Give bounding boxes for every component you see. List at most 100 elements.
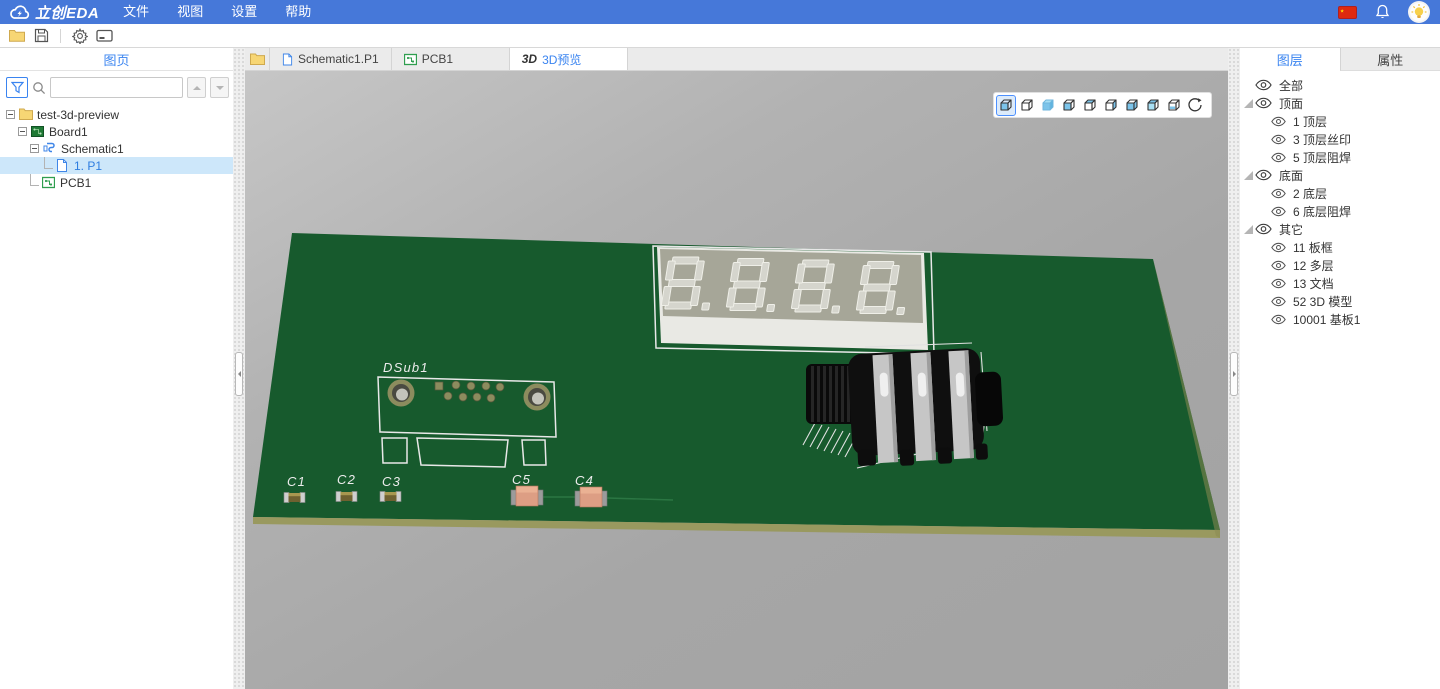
document-tabbar: Schematic1.P1 PCB1 3D 3D预览 <box>245 48 1228 71</box>
tab-pcb1[interactable]: PCB1 <box>392 48 510 70</box>
topbar: 立创EDA 文件 视图 设置 帮助 <box>0 0 1440 24</box>
app-logo[interactable]: 立创EDA <box>0 2 109 23</box>
eye-visible-icon[interactable] <box>1255 169 1272 181</box>
eye-visible-icon[interactable] <box>1271 188 1286 199</box>
expander-triangle-icon[interactable] <box>1244 224 1253 234</box>
layer-row-top-mask[interactable]: 5 顶层阻焊 <box>1240 148 1440 166</box>
menu-view[interactable]: 视图 <box>163 0 217 24</box>
pcb-icon <box>403 53 417 66</box>
eye-visible-icon[interactable] <box>1271 206 1286 217</box>
tab-properties[interactable]: 属性 <box>1339 48 1440 71</box>
tab-schematic1-p1[interactable]: Schematic1.P1 <box>270 48 392 70</box>
tab-label: PCB1 <box>421 52 454 66</box>
device-manager-icon[interactable] <box>92 26 116 46</box>
tree-item-page-p1[interactable]: 1. P1 <box>0 156 233 174</box>
layer-row-top-copper[interactable]: 1 顶层 <box>1240 112 1440 130</box>
schematic-icon <box>43 142 57 156</box>
layers-panel: 图层 属性 全部 顶面 1 顶层 3 顶层丝印 5 顶层阻焊 底面 2 底层 6… <box>1240 48 1440 689</box>
toolbar-separator <box>60 28 61 43</box>
tree-expander[interactable] <box>6 110 15 119</box>
search-prev-button[interactable] <box>187 77 206 98</box>
front-view-button[interactable] <box>1059 95 1079 116</box>
back-view-button[interactable] <box>1080 95 1100 116</box>
notifications-bell-icon[interactable] <box>1375 4 1390 20</box>
rotate-view-button[interactable] <box>1185 95 1205 116</box>
save-icon[interactable] <box>29 26 53 46</box>
expander-triangle-icon[interactable] <box>1244 170 1253 180</box>
quick-toolbar <box>0 24 1440 48</box>
layer-label: 1 顶层 <box>1293 114 1328 129</box>
3d-icon: 3D <box>521 52 538 66</box>
open-folder-icon[interactable] <box>5 26 29 46</box>
tab-label: 3D预览 <box>542 52 582 67</box>
layer-row-document[interactable]: 13 文档 <box>1240 274 1440 292</box>
menu-file[interactable]: 文件 <box>109 0 163 24</box>
eye-visible-icon[interactable] <box>1271 242 1286 253</box>
menu-settings[interactable]: 设置 <box>217 0 271 24</box>
left-view-button[interactable] <box>1101 95 1121 116</box>
layer-group-bottom[interactable]: 底面 <box>1240 166 1440 184</box>
pcb-3d-scene: DSub1 C1 C2 C3 C5 C4 <box>253 233 1220 538</box>
3d-viewport[interactable]: DSub1 C1 C2 C3 C5 C4 <box>245 71 1228 689</box>
tab-folder-icon[interactable] <box>245 48 270 70</box>
right-collapse-handle[interactable] <box>1230 352 1238 396</box>
layer-row-multi[interactable]: 12 多层 <box>1240 256 1440 274</box>
eye-visible-icon[interactable] <box>1271 134 1286 145</box>
layer-label: 12 多层 <box>1293 258 1334 273</box>
tree-item-pcb[interactable]: PCB1 <box>0 173 233 191</box>
layer-row-bottom-mask[interactable]: 6 底层阻焊 <box>1240 202 1440 220</box>
eye-visible-icon[interactable] <box>1271 152 1286 163</box>
layer-row-top-silk[interactable]: 3 顶层丝印 <box>1240 130 1440 148</box>
layer-label: 底面 <box>1279 168 1304 183</box>
user-avatar[interactable] <box>1408 1 1430 23</box>
layer-label: 其它 <box>1279 222 1304 237</box>
tree-item-schematic[interactable]: Schematic1 <box>0 140 233 157</box>
right-view-button[interactable] <box>1122 95 1142 116</box>
tree-item-board[interactable]: Board1 <box>0 123 233 140</box>
tree-expander[interactable] <box>18 127 27 136</box>
tree-item-project[interactable]: test-3d-preview <box>0 106 233 123</box>
wireframe-view-button[interactable] <box>1017 95 1037 116</box>
tree-item-label: Schematic1 <box>61 141 124 156</box>
layer-row-board-outline[interactable]: 11 板框 <box>1240 238 1440 256</box>
bottom-view-button[interactable] <box>1164 95 1184 116</box>
solid-view-button[interactable] <box>1038 95 1058 116</box>
menu-bar: 文件 视图 设置 帮助 <box>109 0 325 24</box>
search-next-button[interactable] <box>210 77 229 98</box>
eye-visible-icon[interactable] <box>1271 296 1286 307</box>
expander-triangle-icon[interactable] <box>1244 98 1253 108</box>
layer-row-substrate[interactable]: 10001 基板1 <box>1240 310 1440 328</box>
tab-layers[interactable]: 图层 <box>1240 48 1340 71</box>
layer-group-other[interactable]: 其它 <box>1240 220 1440 238</box>
tree-item-label: Board1 <box>49 124 88 139</box>
menu-help[interactable]: 帮助 <box>271 0 325 24</box>
search-icon <box>32 81 46 95</box>
left-collapse-handle[interactable] <box>235 352 243 396</box>
top-view-button[interactable] <box>1143 95 1163 116</box>
eye-visible-icon[interactable] <box>1271 260 1286 271</box>
layer-label: 3 顶层丝印 <box>1293 132 1352 147</box>
layer-row-3d-model[interactable]: 52 3D 模型 <box>1240 292 1440 310</box>
tree-connector <box>30 173 39 186</box>
layer-row-bottom-copper[interactable]: 2 底层 <box>1240 184 1440 202</box>
tree-expander[interactable] <box>30 144 39 153</box>
eye-visible-icon[interactable] <box>1271 116 1286 127</box>
eye-visible-icon[interactable] <box>1271 278 1286 289</box>
eye-visible-icon[interactable] <box>1255 79 1272 91</box>
filter-button[interactable] <box>6 77 28 98</box>
eye-visible-icon[interactable] <box>1271 314 1286 325</box>
eye-visible-icon[interactable] <box>1255 223 1272 235</box>
eye-visible-icon[interactable] <box>1255 97 1272 109</box>
tab-3d-preview[interactable]: 3D 3D预览 <box>509 48 628 70</box>
refdes-c4: C4 <box>575 473 594 488</box>
gear-icon[interactable] <box>68 26 92 46</box>
main-area: Schematic1.P1 PCB1 3D 3D预览 DSub1 C1 C2 C… <box>245 48 1228 689</box>
layer-list: 全部 顶面 1 顶层 3 顶层丝印 5 顶层阻焊 底面 2 底层 6 底层阻焊 … <box>1240 71 1440 328</box>
documents-panel-title[interactable]: 图页 <box>0 48 233 71</box>
layer-row-all[interactable]: 全部 <box>1240 76 1440 94</box>
layer-group-top[interactable]: 顶面 <box>1240 94 1440 112</box>
language-flag-icon[interactable] <box>1338 5 1357 19</box>
isometric-view-button[interactable] <box>996 94 1016 116</box>
search-input[interactable] <box>50 77 183 98</box>
layer-label: 全部 <box>1279 78 1304 93</box>
